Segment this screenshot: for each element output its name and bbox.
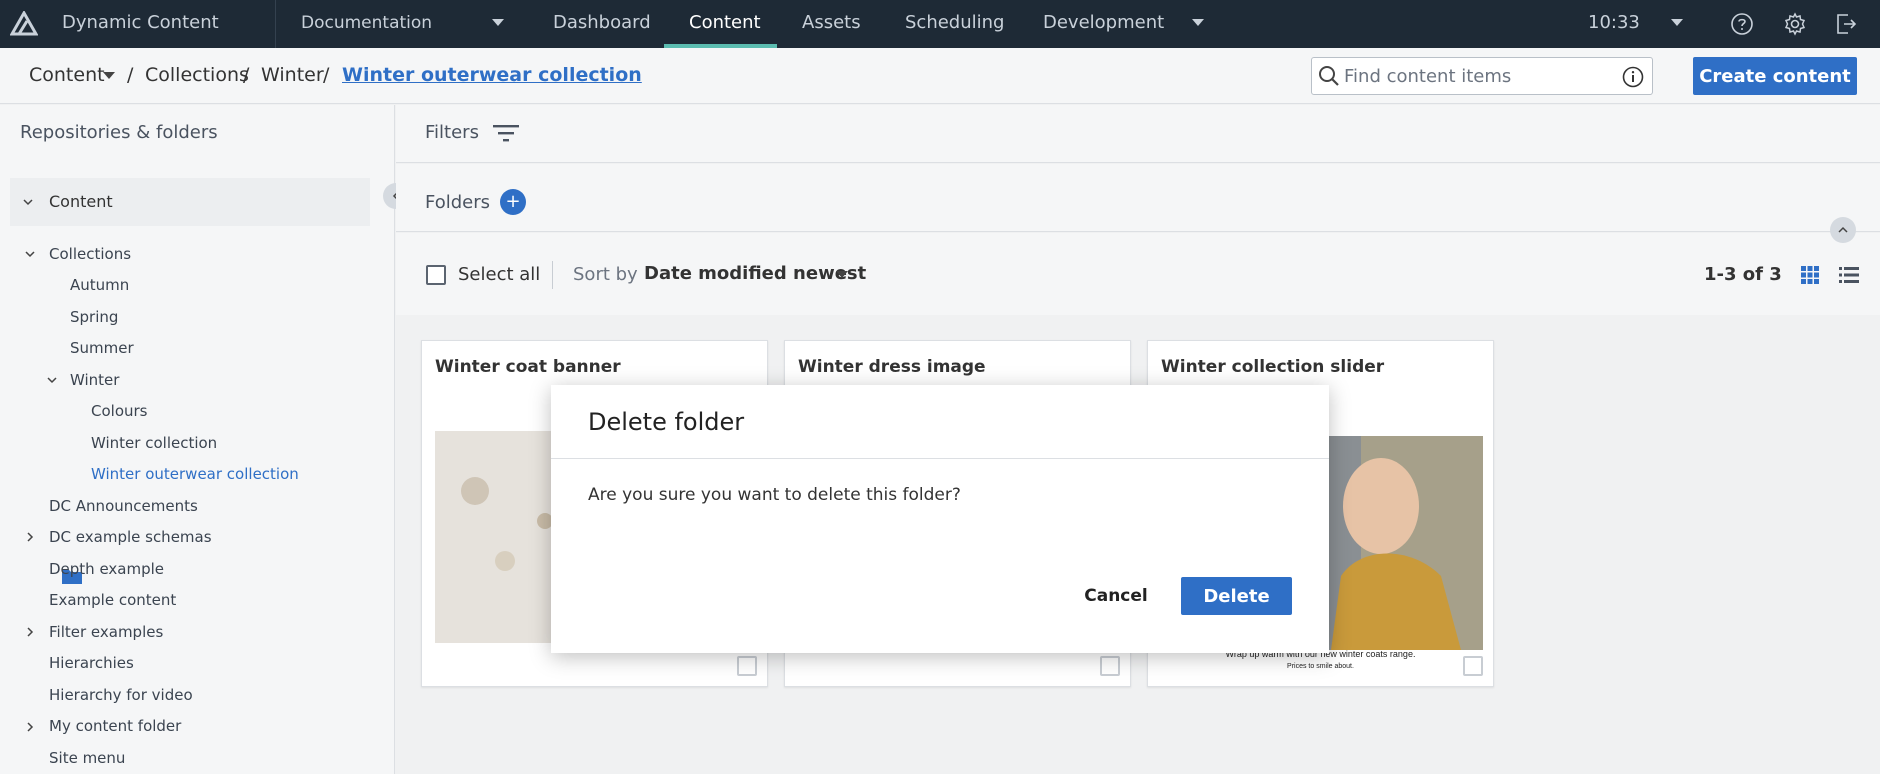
dialog-header: Delete folder xyxy=(551,385,1329,459)
dialog-title: Delete folder xyxy=(588,408,745,436)
modal-overlay: Delete folder Are you sure you want to d… xyxy=(0,0,1880,774)
dialog-message: Are you sure you want to delete this fol… xyxy=(588,485,961,505)
delete-folder-dialog: Delete folder Are you sure you want to d… xyxy=(551,385,1329,653)
cancel-button[interactable]: Cancel xyxy=(1068,577,1164,615)
delete-button[interactable]: Delete xyxy=(1181,577,1292,615)
